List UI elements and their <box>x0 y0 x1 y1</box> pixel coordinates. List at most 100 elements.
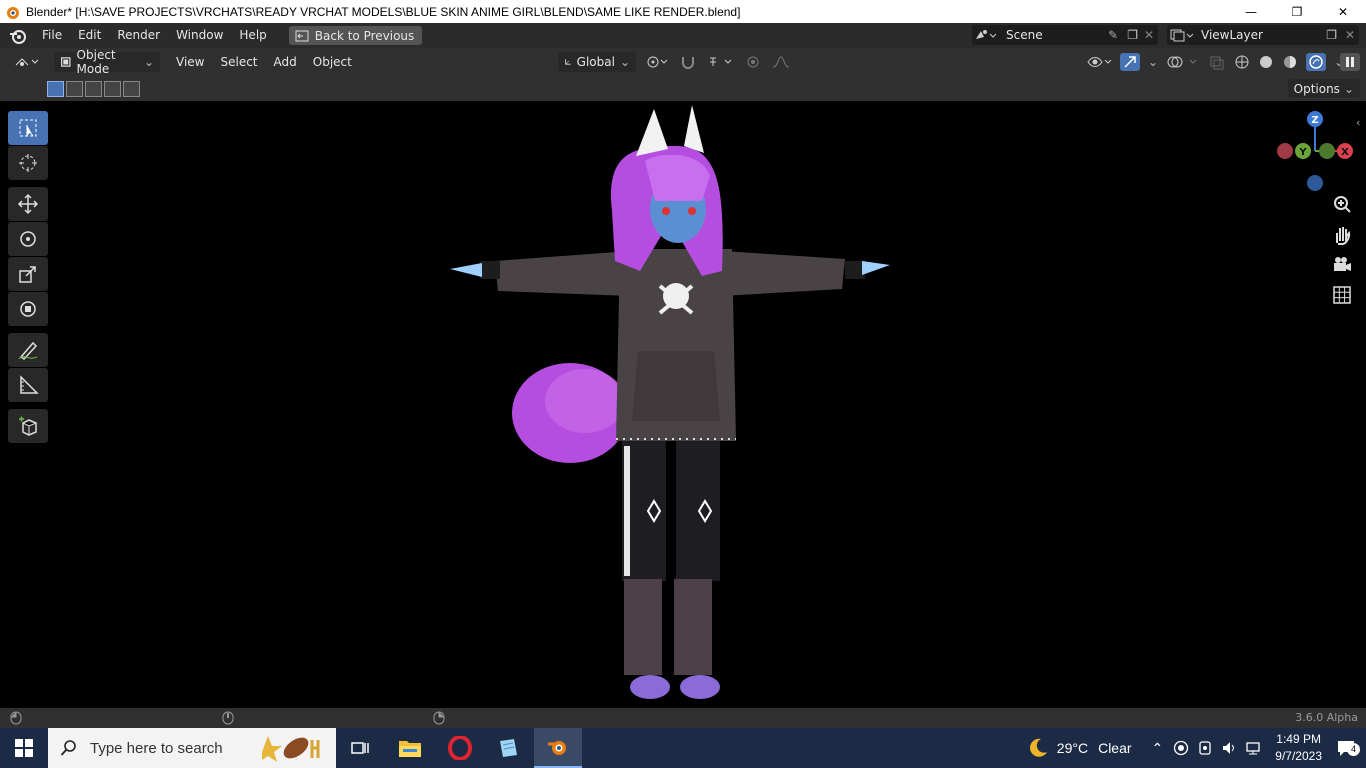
measure-tool[interactable] <box>8 368 48 402</box>
pin-icon[interactable]: ✎ <box>1108 28 1118 42</box>
annotate-tool[interactable] <box>8 333 48 367</box>
overlays-icon[interactable] <box>1166 54 1200 70</box>
zoom-icon[interactable] <box>1330 193 1354 217</box>
selection-mode-group <box>45 80 140 97</box>
proportional-edit-icon[interactable] <box>745 54 761 70</box>
chevron-down-icon: ⌄ <box>619 55 630 69</box>
select-intersect-mode[interactable] <box>123 80 140 97</box>
notification-center-button[interactable]: 4 <box>1336 728 1366 768</box>
volume-icon[interactable] <box>1221 740 1237 756</box>
menu-render[interactable]: Render <box>109 23 168 48</box>
pivot-icon[interactable] <box>645 54 669 70</box>
rotate-tool[interactable] <box>8 222 48 256</box>
xray-icon[interactable] <box>1208 54 1226 70</box>
header-menu-view[interactable]: View <box>168 55 212 69</box>
annotate-pencil-icon <box>18 341 38 360</box>
mode-dropdown[interactable]: Object Mode ⌄ <box>54 48 160 76</box>
delete-viewlayer-icon[interactable]: ✕ <box>1345 28 1355 42</box>
header-menu-select[interactable]: Select <box>212 55 265 69</box>
menu-file[interactable]: File <box>34 23 70 48</box>
visibility-eye-icon[interactable] <box>1086 54 1112 70</box>
material-shading-icon[interactable] <box>1282 54 1298 70</box>
weather-temp[interactable]: 29°C <box>1057 740 1088 756</box>
maximize-button[interactable]: ❐ <box>1274 0 1320 23</box>
minimize-button[interactable]: — <box>1228 0 1274 23</box>
scene-selector[interactable]: Scene ✎ ❐ ✕ <box>972 25 1158 45</box>
object-mode-icon <box>61 57 71 67</box>
file-explorer-button[interactable] <box>386 728 434 768</box>
transform-orientation-dropdown[interactable]: Global ⌄ <box>558 52 636 72</box>
weather-text[interactable]: Clear <box>1098 740 1131 756</box>
start-button[interactable] <box>0 728 48 768</box>
pause-render-button[interactable] <box>1340 53 1360 71</box>
cursor-tool[interactable] <box>8 146 48 180</box>
opera-button[interactable] <box>436 728 484 768</box>
wireframe-shading-icon[interactable] <box>1234 54 1250 70</box>
meet-now-icon[interactable] <box>1197 740 1213 756</box>
gizmo-neg-x[interactable] <box>1277 143 1293 159</box>
falloff-icon[interactable] <box>771 54 793 70</box>
weather-moon-icon <box>1029 738 1047 757</box>
select-box-tool[interactable] <box>8 111 48 145</box>
record-icon[interactable] <box>1173 740 1189 756</box>
viewlayer-selector[interactable]: ViewLayer ❐ ✕ <box>1167 25 1359 45</box>
move-tool[interactable] <box>8 187 48 221</box>
delete-scene-icon[interactable]: ✕ <box>1144 28 1154 42</box>
chevron-down-icon[interactable]: ⌄ <box>1148 55 1158 69</box>
scale-tool[interactable] <box>8 257 48 291</box>
add-cube-tool[interactable] <box>8 409 48 443</box>
blender-taskbar-button[interactable] <box>534 728 582 768</box>
navigation-gizmo[interactable]: Z Y X <box>1272 109 1362 201</box>
new-viewlayer-icon[interactable]: ❐ <box>1326 28 1337 42</box>
cursor-icon <box>19 154 37 172</box>
snap-magnet-icon[interactable] <box>679 54 697 70</box>
gizmo-neg-z[interactable] <box>1307 175 1323 191</box>
close-button[interactable]: ✕ <box>1320 0 1366 23</box>
pan-hand-icon[interactable] <box>1330 223 1354 247</box>
select-subtract-mode[interactable] <box>85 80 102 97</box>
select-extend-mode[interactable] <box>66 80 83 97</box>
camera-icon[interactable] <box>1330 253 1354 277</box>
solid-shading-icon[interactable] <box>1258 54 1274 70</box>
rendered-shading-button[interactable] <box>1306 53 1327 71</box>
select-box-icon <box>19 119 37 137</box>
snap-target-icon[interactable] <box>707 54 735 70</box>
gizmo-neg-y[interactable] <box>1319 143 1335 159</box>
rotate-icon <box>20 231 36 247</box>
top-menubar: File Edit Render Window Help Back to Pre… <box>0 23 1366 48</box>
header-menu-add[interactable]: Add <box>266 55 305 69</box>
mode-label: Object Mode <box>76 48 116 76</box>
version-label: 3.6.0 Alpha <box>1295 711 1358 724</box>
notes-app-button[interactable] <box>484 728 532 768</box>
clock-date: 9/7/2023 <box>1275 749 1322 763</box>
chevron-down-icon: ⌄ <box>143 55 154 69</box>
character-model[interactable] <box>440 101 910 708</box>
viewlayer-name[interactable]: ViewLayer <box>1201 28 1263 42</box>
taskbar-search[interactable]: Type here to search <box>48 728 336 768</box>
header-menu-object[interactable]: Object <box>305 55 360 69</box>
windows-taskbar: Type here to search 29°C Clear ⌃ 1:49 PM… <box>0 728 1366 768</box>
folder-icon <box>399 741 421 757</box>
tray-expand-icon[interactable]: ⌃ <box>1152 740 1164 757</box>
task-view-button[interactable] <box>336 728 384 768</box>
ortho-grid-icon[interactable] <box>1330 283 1354 307</box>
editor-type-dropdown[interactable] <box>8 52 46 72</box>
blender-logo-icon[interactable] <box>8 26 28 46</box>
select-new-mode[interactable] <box>47 80 64 97</box>
network-icon[interactable] <box>1245 740 1263 756</box>
tool-shelf <box>8 111 48 444</box>
search-icon <box>60 740 76 756</box>
3d-viewport[interactable]: Z Y X ‹ <box>0 101 1366 708</box>
menu-edit[interactable]: Edit <box>70 23 109 48</box>
menu-window[interactable]: Window <box>168 23 231 48</box>
menu-help[interactable]: Help <box>231 23 274 48</box>
options-dropdown[interactable]: Options ⌄ <box>1287 79 1360 98</box>
back-to-previous-button[interactable]: Back to Previous <box>288 26 423 45</box>
new-scene-icon[interactable]: ❐ <box>1127 28 1138 42</box>
scene-name[interactable]: Scene <box>1006 28 1043 42</box>
clock[interactable]: 1:49 PM 9/7/2023 <box>1275 731 1322 765</box>
transform-tool[interactable] <box>8 292 48 326</box>
select-difference-mode[interactable] <box>104 80 121 97</box>
sidebar-toggle-icon[interactable]: ‹ <box>1356 116 1360 129</box>
gizmo-toggle-button[interactable] <box>1120 53 1140 71</box>
